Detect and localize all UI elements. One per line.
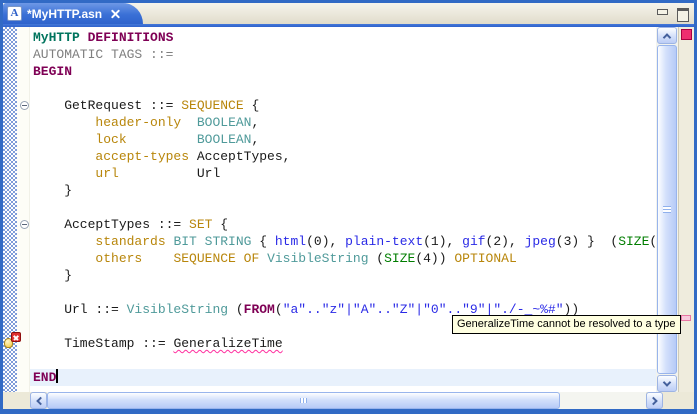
code-line[interactable]: BEGIN xyxy=(30,63,656,80)
error-x-icon xyxy=(11,332,21,342)
overview-error-line-marker[interactable] xyxy=(681,315,691,321)
minimize-icon[interactable] xyxy=(655,7,669,19)
code-line[interactable] xyxy=(30,199,656,216)
bottom-left-corner xyxy=(3,392,30,409)
code-line[interactable]: MyHTTP DEFINITIONS xyxy=(30,29,656,46)
asn-file-icon: A xyxy=(7,6,22,21)
tab-title: *MyHTTP.asn xyxy=(27,6,103,21)
code-line[interactable]: url Url xyxy=(30,165,656,182)
error-quickfix-icon[interactable] xyxy=(4,332,21,348)
overview-ruler[interactable] xyxy=(678,27,694,392)
code-line[interactable] xyxy=(30,352,656,369)
text-cursor xyxy=(56,369,59,383)
code-line[interactable] xyxy=(30,80,656,97)
code-line[interactable]: GetRequest ::= SEQUENCE { xyxy=(30,97,656,114)
scroll-up-button[interactable] xyxy=(657,27,677,44)
code-line[interactable]: END xyxy=(30,369,656,386)
scroll-left-button[interactable] xyxy=(30,392,47,409)
code-line[interactable]: accept-types AcceptTypes, xyxy=(30,148,656,165)
code-line[interactable]: others SEQUENCE OF VisibleString (SIZE(4… xyxy=(30,250,656,267)
code-line[interactable]: lock BOOLEAN, xyxy=(30,131,656,148)
overview-error-header-marker[interactable] xyxy=(681,29,692,40)
collapse-icon-accepttypes[interactable] xyxy=(20,220,29,229)
tab-bar: A *MyHTTP.asn xyxy=(3,3,694,24)
horizontal-scroll-track[interactable] xyxy=(47,392,646,409)
code-line[interactable]: } xyxy=(30,267,656,284)
chevron-left-icon xyxy=(35,396,45,405)
bottom-right-corner xyxy=(663,392,694,409)
close-icon[interactable] xyxy=(111,9,121,19)
code-line[interactable]: AcceptTypes ::= SET { xyxy=(30,216,656,233)
error-tooltip: GeneralizeTime cannot be resolved to a t… xyxy=(452,315,681,334)
collapse-icon-getrequest[interactable] xyxy=(20,101,29,110)
code-line[interactable]: standards BIT STRING { html(0), plain-te… xyxy=(30,233,656,250)
editor-window: A *MyHTTP.asn MyHTTP DEFINITIONS AUTOMATI… xyxy=(0,0,697,414)
code-line[interactable]: TimeStamp ::= GeneralizeTime xyxy=(30,335,656,352)
tab-myhttp-asn[interactable]: A *MyHTTP.asn xyxy=(3,3,144,24)
code-area[interactable]: MyHTTP DEFINITIONS AUTOMATIC TAGS ::= BEGI… xyxy=(30,27,656,392)
chevron-up-icon xyxy=(662,32,672,42)
code-line[interactable]: } xyxy=(30,182,656,199)
scroll-down-button[interactable] xyxy=(657,375,677,392)
vertical-scrollbar[interactable] xyxy=(656,27,678,392)
code-line[interactable]: AUTOMATIC TAGS ::= xyxy=(30,46,656,63)
maximize-icon[interactable] xyxy=(675,7,689,22)
view-controls xyxy=(655,7,689,22)
editor-body: MyHTTP DEFINITIONS AUTOMATIC TAGS ::= BEGI… xyxy=(3,27,694,392)
chevron-right-icon xyxy=(648,396,658,405)
code-line[interactable]: header-only BOOLEAN, xyxy=(30,114,656,131)
code-line[interactable] xyxy=(30,284,656,301)
horizontal-scrollbar xyxy=(3,392,694,409)
chevron-down-icon xyxy=(662,377,672,387)
scroll-right-button[interactable] xyxy=(646,392,663,409)
horizontal-scroll-thumb[interactable] xyxy=(47,392,560,409)
